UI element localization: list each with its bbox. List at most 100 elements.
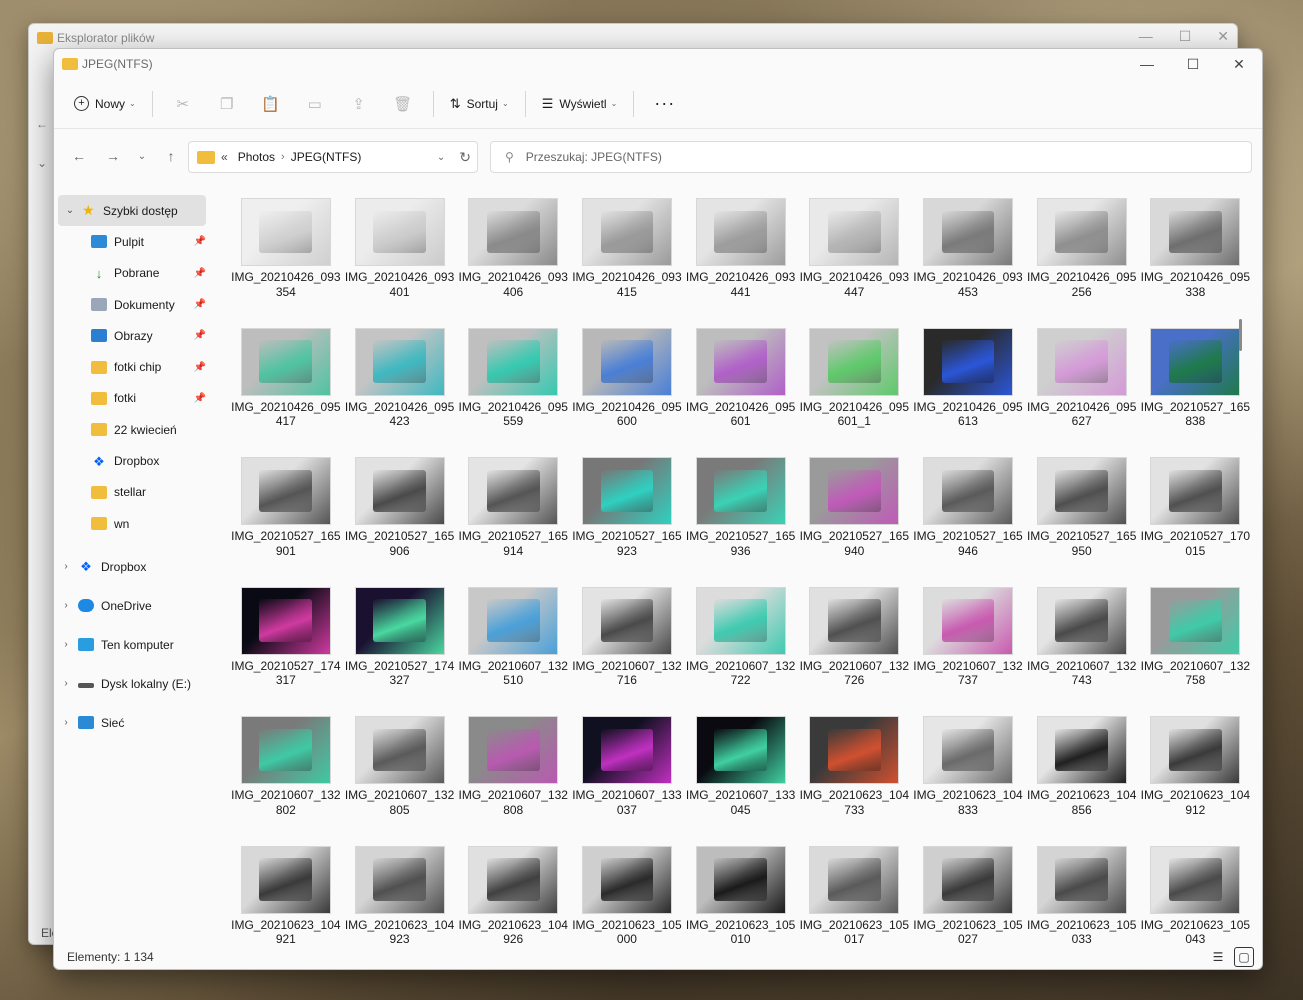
file-tile[interactable]: IMG_20210623_104923 — [343, 845, 457, 948]
file-tile[interactable]: IMG_20210623_104856 — [1025, 716, 1139, 846]
chevron-right-icon[interactable]: › — [54, 639, 78, 650]
sidebar-item-stellar[interactable]: stellar — [54, 477, 210, 508]
sidebar-root-2[interactable]: › OneDrive — [54, 586, 210, 625]
file-tile[interactable]: IMG_20210607_132510 — [456, 586, 570, 717]
sidebar-item-fotki[interactable]: fotki 📌 — [54, 383, 210, 414]
file-tile[interactable]: IMG_20210426_095613 — [911, 327, 1025, 458]
file-tile[interactable]: IMG_20210527_170015 — [1139, 457, 1250, 587]
file-tile[interactable]: IMG_20210623_105010 — [684, 845, 798, 948]
file-tile[interactable]: IMG_20210623_104733 — [797, 716, 911, 846]
file-tile[interactable]: IMG_20210607_132726 — [797, 586, 911, 717]
file-tile[interactable]: IMG_20210426_095338 — [1139, 198, 1250, 328]
file-tile[interactable]: IMG_20210607_133045 — [684, 716, 798, 846]
file-tile[interactable]: IMG_20210426_093406 — [456, 198, 570, 328]
maximize-icon[interactable]: ☐ — [1179, 28, 1192, 45]
file-tile[interactable]: IMG_20210607_132805 — [343, 716, 457, 846]
file-tile[interactable]: IMG_20210426_093415 — [570, 198, 684, 328]
file-tile[interactable]: IMG_20210426_095256 — [1025, 198, 1139, 328]
file-tile[interactable]: IMG_20210426_095559 — [456, 327, 570, 458]
sidebar-item-fotki-chip[interactable]: fotki chip 📌 — [54, 351, 210, 382]
file-tile[interactable]: IMG_20210426_095423 — [343, 327, 457, 458]
sidebar-item-dokumenty[interactable]: Dokumenty 📌 — [54, 289, 210, 320]
file-tile[interactable]: IMG_20210527_165914 — [456, 457, 570, 587]
minimize-button[interactable]: — — [1124, 49, 1170, 79]
minimize-icon[interactable]: — — [1139, 28, 1153, 45]
chevron-down-icon[interactable]: ⌄ — [29, 143, 55, 182]
file-tile[interactable]: IMG_20210607_132737 — [911, 586, 1025, 717]
breadcrumb-current[interactable]: JPEG(NTFS) — [291, 150, 362, 164]
file-tile[interactable]: IMG_20210607_133037 — [570, 716, 684, 846]
refresh-icon[interactable]: ↻ — [459, 149, 471, 166]
sidebar-root-4[interactable]: › Dysk lokalny (E:) — [54, 664, 210, 703]
sidebar-root-5[interactable]: › Sieć — [54, 703, 210, 742]
sidebar-item-pulpit[interactable]: Pulpit 📌 — [54, 226, 210, 257]
search-input[interactable]: ⚲ Przeszukaj: JPEG(NTFS) — [490, 141, 1252, 173]
details-view-button[interactable]: ☰ — [1208, 947, 1228, 967]
file-tile[interactable]: IMG_20210527_165946 — [911, 457, 1025, 587]
file-tile[interactable]: IMG_20210623_105017 — [797, 845, 911, 948]
sidebar-item-wn[interactable]: wn — [54, 508, 210, 539]
file-view[interactable]: IMG_20210426_093354 IMG_20210426_093401 IM… — [210, 183, 1250, 947]
pin-icon[interactable]: 📌 — [194, 393, 206, 404]
file-tile[interactable]: IMG_20210527_165950 — [1025, 457, 1139, 587]
file-tile[interactable]: IMG_20210527_165906 — [343, 457, 457, 587]
breadcrumb-photos[interactable]: Photos — [238, 150, 275, 164]
address-dropdown-icon[interactable]: ⌄ — [437, 152, 445, 163]
sidebar-item-22-kwiecień[interactable]: 22 kwiecień — [54, 414, 210, 445]
titlebar[interactable]: JPEG(NTFS) — ☐ ✕ — [54, 49, 1262, 79]
file-tile[interactable]: IMG_20210623_105033 — [1025, 845, 1139, 948]
sidebar-item-dropbox[interactable]: ❖ Dropbox — [54, 445, 210, 476]
file-tile[interactable]: IMG_20210527_174327 — [343, 586, 457, 717]
new-button[interactable]: + Nowy ⌄ — [68, 88, 142, 120]
file-tile[interactable]: IMG_20210527_174317 — [229, 586, 343, 717]
sort-button[interactable]: ⇅ Sortuj ⌄ — [444, 88, 515, 120]
file-tile[interactable]: IMG_20210426_095627 — [1025, 327, 1139, 458]
file-tile[interactable]: IMG_20210426_095600 — [570, 327, 684, 458]
file-tile[interactable]: IMG_20210527_165901 — [229, 457, 343, 587]
chevron-right-icon[interactable]: › — [54, 717, 78, 728]
pin-icon[interactable]: 📌 — [194, 299, 206, 310]
file-tile[interactable]: IMG_20210426_093453 — [911, 198, 1025, 328]
up-button[interactable]: ↑ — [154, 141, 188, 171]
pin-icon[interactable]: 📌 — [194, 268, 206, 279]
file-tile[interactable]: IMG_20210426_093354 — [229, 198, 343, 328]
file-tile[interactable]: IMG_20210527_165838 — [1139, 327, 1250, 458]
file-tile[interactable]: IMG_20210426_095601_1 — [797, 327, 911, 458]
file-tile[interactable]: IMG_20210426_093441 — [684, 198, 798, 328]
recent-locations-button[interactable]: ⌄ — [130, 141, 154, 171]
delete-button[interactable]: 🗑 — [383, 88, 423, 120]
sidebar-root-3[interactable]: › Ten komputer — [54, 625, 210, 664]
back-button[interactable]: ← — [62, 141, 96, 171]
file-tile[interactable]: IMG_20210623_105043 — [1139, 845, 1250, 948]
file-tile[interactable]: IMG_20210623_104833 — [911, 716, 1025, 846]
forward-button[interactable]: → — [96, 141, 130, 171]
vertical-scrollbar-thumb[interactable] — [1239, 319, 1242, 351]
cut-button[interactable]: ✂ — [163, 88, 203, 120]
address-bar[interactable]: « Photos › JPEG(NTFS) ⌄ ↻ — [188, 141, 478, 173]
file-tile[interactable]: IMG_20210623_104921 — [229, 845, 343, 948]
file-tile[interactable]: IMG_20210623_104926 — [456, 845, 570, 948]
file-tile[interactable]: IMG_20210426_095417 — [229, 327, 343, 458]
pin-icon[interactable]: 📌 — [194, 362, 206, 373]
copy-button[interactable]: ❐ — [207, 88, 247, 120]
explorer-window[interactable]: JPEG(NTFS) — ☐ ✕ + Nowy ⌄ ✂ ❐ 📋 ▭ ⇪ 🗑 ⇅ … — [53, 48, 1263, 970]
pin-icon[interactable]: 📌 — [194, 330, 206, 341]
file-tile[interactable]: IMG_20210623_105027 — [911, 845, 1025, 948]
maximize-button[interactable]: ☐ — [1170, 49, 1216, 79]
file-tile[interactable]: IMG_20210623_105000 — [570, 845, 684, 948]
file-tile[interactable]: IMG_20210607_132716 — [570, 586, 684, 717]
file-tile[interactable]: IMG_20210607_132722 — [684, 586, 798, 717]
chevron-down-icon[interactable]: ⌄ — [58, 205, 82, 216]
file-tile[interactable]: IMG_20210607_132758 — [1139, 586, 1250, 717]
rename-button[interactable]: ▭ — [295, 88, 335, 120]
file-tile[interactable]: IMG_20210607_132802 — [229, 716, 343, 846]
back-arrow-icon[interactable]: ← — [29, 104, 55, 143]
chevron-right-icon[interactable]: › — [54, 600, 78, 611]
sidebar-item-quick-access[interactable]: ⌄ ★ Szybki dostęp — [58, 195, 206, 227]
file-tile[interactable]: IMG_20210426_093447 — [797, 198, 911, 328]
file-tile[interactable]: IMG_20210527_165936 — [684, 457, 798, 587]
thumbnails-view-button[interactable]: ▢ — [1234, 947, 1254, 967]
file-tile[interactable]: IMG_20210527_165923 — [570, 457, 684, 587]
view-button[interactable]: ☰ Wyświetl ⌄ — [536, 88, 624, 120]
close-icon[interactable]: ✕ — [1217, 28, 1229, 45]
